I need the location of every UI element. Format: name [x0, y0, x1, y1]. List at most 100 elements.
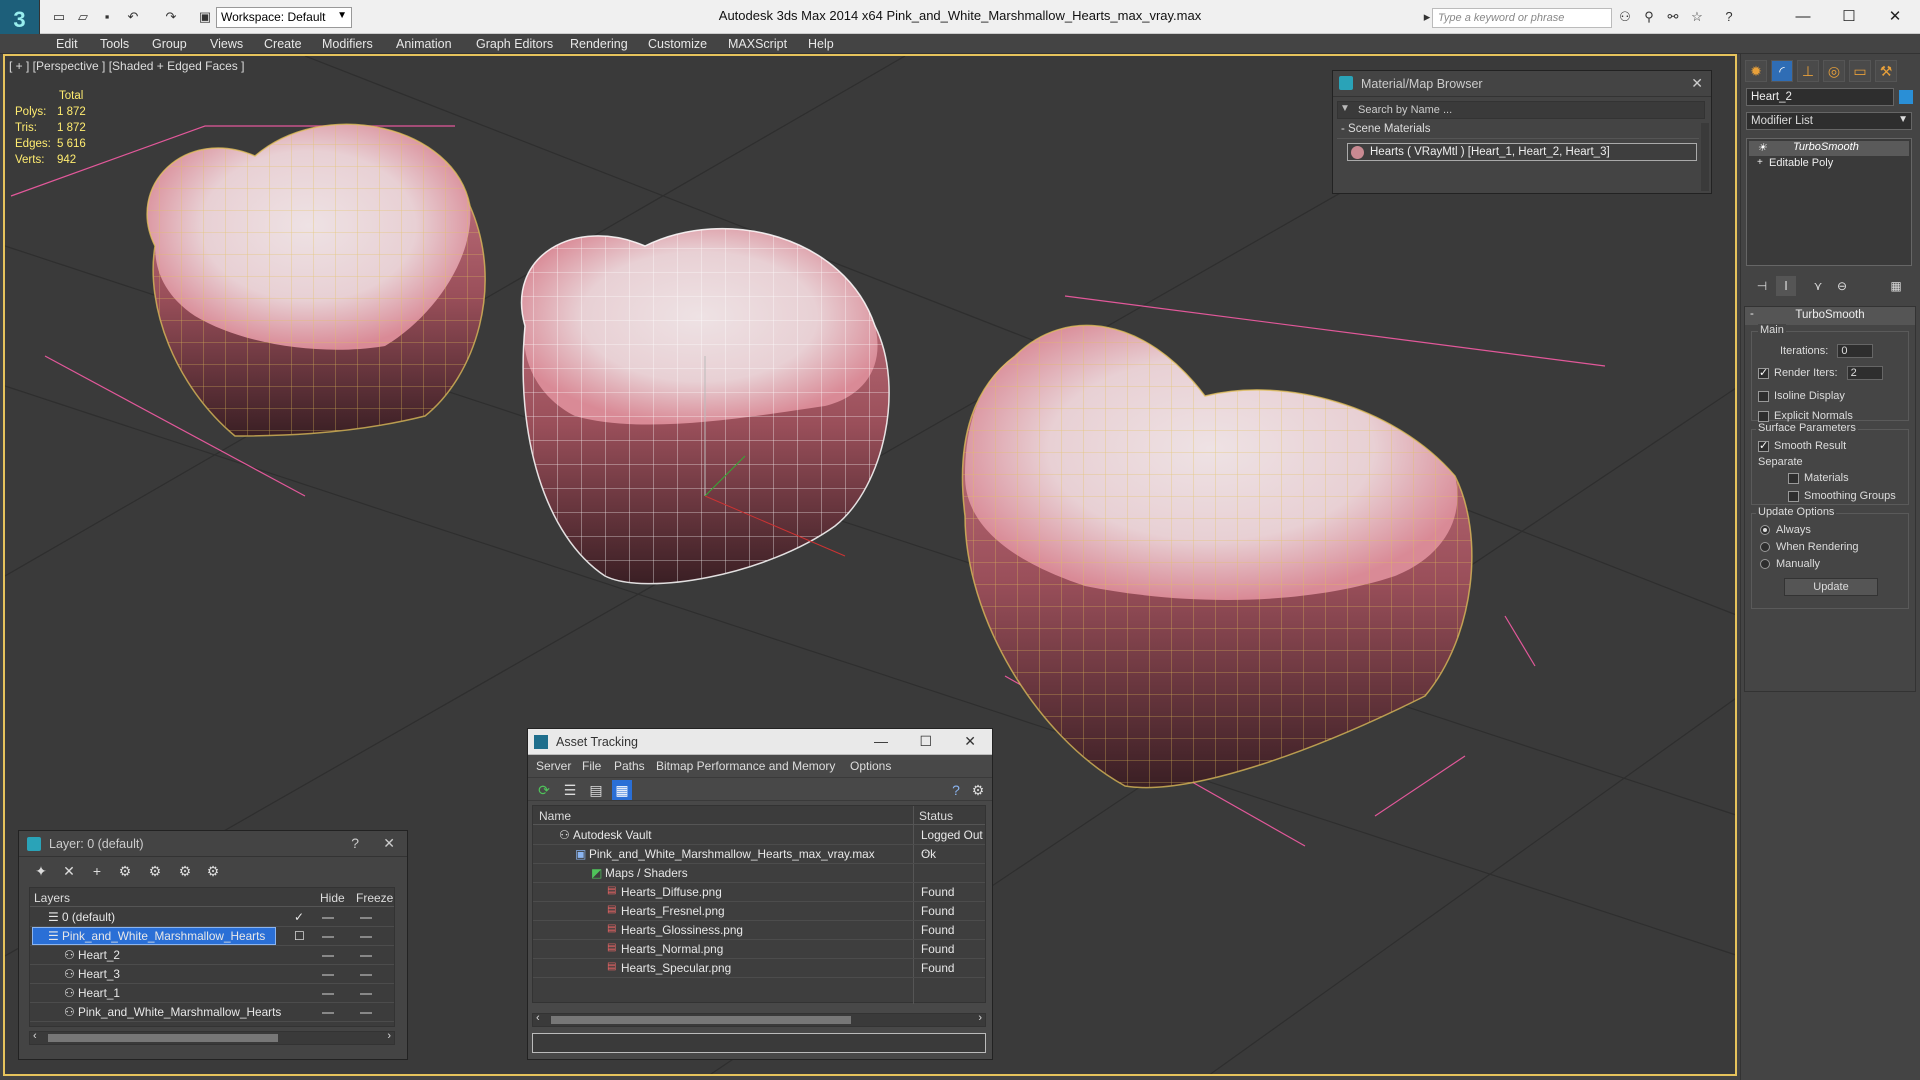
render-iters-checkbox[interactable] — [1758, 366, 1769, 379]
layer-row[interactable]: ☰ Pink_and_White_Marshmallow_Hearts ☐ — [30, 927, 394, 946]
asset-row[interactable]: ▤ Hearts_Fresnel.png Found — [533, 902, 985, 921]
favorites-star-icon[interactable]: ☆ — [1688, 8, 1706, 26]
hide-toggle[interactable] — [322, 974, 334, 976]
explicit-normals-checkbox[interactable] — [1758, 410, 1769, 422]
layer-title-bar[interactable]: Layer: 0 (default) ? ✕ — [19, 831, 407, 857]
viewport-label[interactable]: [ + ] [Perspective ] [Shaded + Edged Fac… — [9, 59, 244, 73]
object-color-swatch[interactable] — [1899, 90, 1913, 104]
communication-icon[interactable]: ⚯ — [1664, 8, 1682, 26]
freeze-toggle[interactable] — [360, 974, 372, 976]
subscription-icon[interactable]: ⚲ — [1640, 8, 1658, 26]
close-icon[interactable]: ✕ — [383, 835, 395, 852]
manually-radio[interactable] — [1760, 559, 1770, 570]
asset-tracking-title-bar[interactable]: Asset Tracking — ☐ ✕ — [528, 729, 992, 755]
col-layers[interactable]: Layers — [34, 891, 70, 905]
modify-tab-icon[interactable]: ◜ — [1771, 60, 1793, 82]
asset-horizontal-scrollbar[interactable]: ‹ › — [532, 1012, 986, 1027]
create-tab-icon[interactable]: ✹ — [1745, 60, 1767, 82]
menu-customize[interactable]: Customize — [648, 37, 707, 51]
freeze-toggle[interactable] — [360, 936, 372, 938]
hide-toggle[interactable] — [322, 1012, 334, 1014]
scroll-left-icon[interactable]: ‹ — [33, 1030, 37, 1042]
configure-modifier-sets-icon[interactable]: ▦ — [1886, 276, 1906, 296]
material-item-hearts[interactable]: Hearts ( VRayMtl ) [Heart_1, Heart_2, He… — [1347, 143, 1697, 161]
close-icon[interactable]: ✕ — [1691, 75, 1703, 92]
motion-tab-icon[interactable]: ◎ — [1823, 60, 1845, 82]
scene-materials-header[interactable]: - Scene Materials — [1337, 123, 1699, 139]
isoline-display-checkbox[interactable] — [1758, 390, 1769, 402]
remove-modifier-icon[interactable]: ⊖ — [1832, 276, 1852, 296]
menu-file[interactable]: File — [582, 759, 601, 773]
close-icon[interactable]: ✕ — [1872, 4, 1918, 30]
maximize-icon[interactable]: ☐ — [1826, 4, 1872, 30]
layer-row[interactable]: ⚇ Heart_2 — [30, 946, 394, 965]
expand-plus-icon[interactable]: + — [1757, 157, 1763, 168]
stack-item-editable-poly[interactable]: + Editable Poly — [1749, 157, 1909, 172]
always-radio[interactable] — [1760, 525, 1770, 536]
asset-row[interactable]: ◩ Maps / Shaders — [533, 864, 985, 883]
col-freeze[interactable]: Freeze — [356, 891, 393, 905]
material-browser-title-bar[interactable]: Material/Map Browser ✕ — [1333, 71, 1711, 97]
active-checkmark-icon[interactable]: ✓ — [294, 910, 304, 924]
menu-bitmap-performance[interactable]: Bitmap Performance and Memory — [656, 759, 835, 773]
hide-toggle[interactable] — [322, 955, 334, 957]
hierarchy-tab-icon[interactable]: ⊥ — [1797, 60, 1819, 82]
layer-row[interactable]: ⚇ Pink_and_White_Marshmallow_Hearts — [30, 1003, 394, 1022]
col-status[interactable]: Status — [919, 809, 953, 823]
set-active-box-icon[interactable]: ☐ — [294, 929, 305, 943]
hide-toggle[interactable] — [322, 917, 334, 919]
hide-toggle[interactable] — [322, 936, 334, 938]
layer-row[interactable]: ⚇ Heart_1 — [30, 984, 394, 1003]
scroll-thumb[interactable] — [551, 1016, 851, 1024]
material-browser-scrollbar[interactable] — [1701, 123, 1709, 191]
separate-smoothing-groups-checkbox[interactable] — [1788, 490, 1799, 502]
menu-edit[interactable]: Edit — [56, 37, 78, 51]
turbosmooth-rollout-header[interactable]: - TurboSmooth — [1745, 307, 1915, 325]
layer-horizontal-scrollbar[interactable]: ‹ › — [29, 1030, 395, 1045]
settings-icon[interactable]: ⚙ — [968, 780, 988, 800]
smooth-result-checkbox[interactable] — [1758, 439, 1769, 452]
asset-path-field[interactable] — [532, 1033, 986, 1053]
scroll-right-icon[interactable]: › — [978, 1012, 982, 1024]
col-name[interactable]: Name — [539, 809, 571, 823]
scroll-left-icon[interactable]: ‹ — [536, 1012, 540, 1024]
menu-animation[interactable]: Animation — [396, 37, 452, 51]
menu-rendering[interactable]: Rendering — [570, 37, 628, 51]
menu-modifiers[interactable]: Modifiers — [322, 37, 373, 51]
menu-create[interactable]: Create — [264, 37, 302, 51]
display-tab-icon[interactable]: ▭ — [1849, 60, 1871, 82]
asset-row[interactable]: ▤ Hearts_Diffuse.png Found — [533, 883, 985, 902]
menu-graph-editors[interactable]: Graph Editors — [476, 37, 553, 51]
help-icon[interactable]: ? — [1720, 8, 1738, 26]
list-view-icon[interactable]: ☰ — [560, 780, 580, 800]
keyword-search-input[interactable]: Type a keyword or phrase — [1432, 8, 1612, 28]
update-button[interactable]: Update — [1784, 578, 1878, 596]
close-icon[interactable]: ✕ — [964, 733, 976, 750]
object-name-field[interactable]: Heart_2 — [1746, 88, 1894, 106]
menu-tools[interactable]: Tools — [100, 37, 129, 51]
show-end-result-icon[interactable]: Ⅰ — [1776, 276, 1796, 296]
stack-item-turbosmooth[interactable]: ☀ TurboSmooth — [1749, 141, 1909, 156]
when-rendering-radio[interactable] — [1760, 542, 1770, 553]
refresh-icon[interactable]: ⟳ — [534, 780, 554, 800]
make-unique-icon[interactable]: ⋎ — [1808, 276, 1828, 296]
render-iters-spinner[interactable]: 2 — [1846, 366, 1883, 380]
menu-paths[interactable]: Paths — [614, 759, 645, 773]
minimize-icon[interactable]: — — [874, 733, 888, 749]
binoculars-icon[interactable]: ⚇ — [1616, 8, 1634, 26]
thumbnail-view-icon[interactable]: ▤ — [586, 780, 606, 800]
menu-server[interactable]: Server — [536, 759, 571, 773]
asset-row[interactable]: ▤ Hearts_Specular.png Found — [533, 959, 985, 978]
pin-stack-icon[interactable]: ⊣ — [1752, 276, 1772, 296]
delete-layer-icon[interactable]: ✕ — [59, 861, 79, 881]
hide-all-icon[interactable]: ⚙ — [175, 861, 195, 881]
menu-maxscript[interactable]: MAXScript — [728, 37, 787, 51]
layer-row[interactable]: ⚇ Heart_3 — [30, 965, 394, 984]
select-objects-icon[interactable]: ⚙ — [115, 861, 135, 881]
table-view-icon[interactable]: ▦ — [612, 780, 632, 800]
modifier-list-dropdown[interactable]: Modifier List ▼ — [1746, 112, 1912, 130]
minimize-icon[interactable]: — — [1780, 4, 1826, 30]
highlight-layer-icon[interactable]: ⚙ — [145, 861, 165, 881]
hide-toggle[interactable] — [322, 993, 334, 995]
col-hide[interactable]: Hide — [320, 891, 345, 905]
